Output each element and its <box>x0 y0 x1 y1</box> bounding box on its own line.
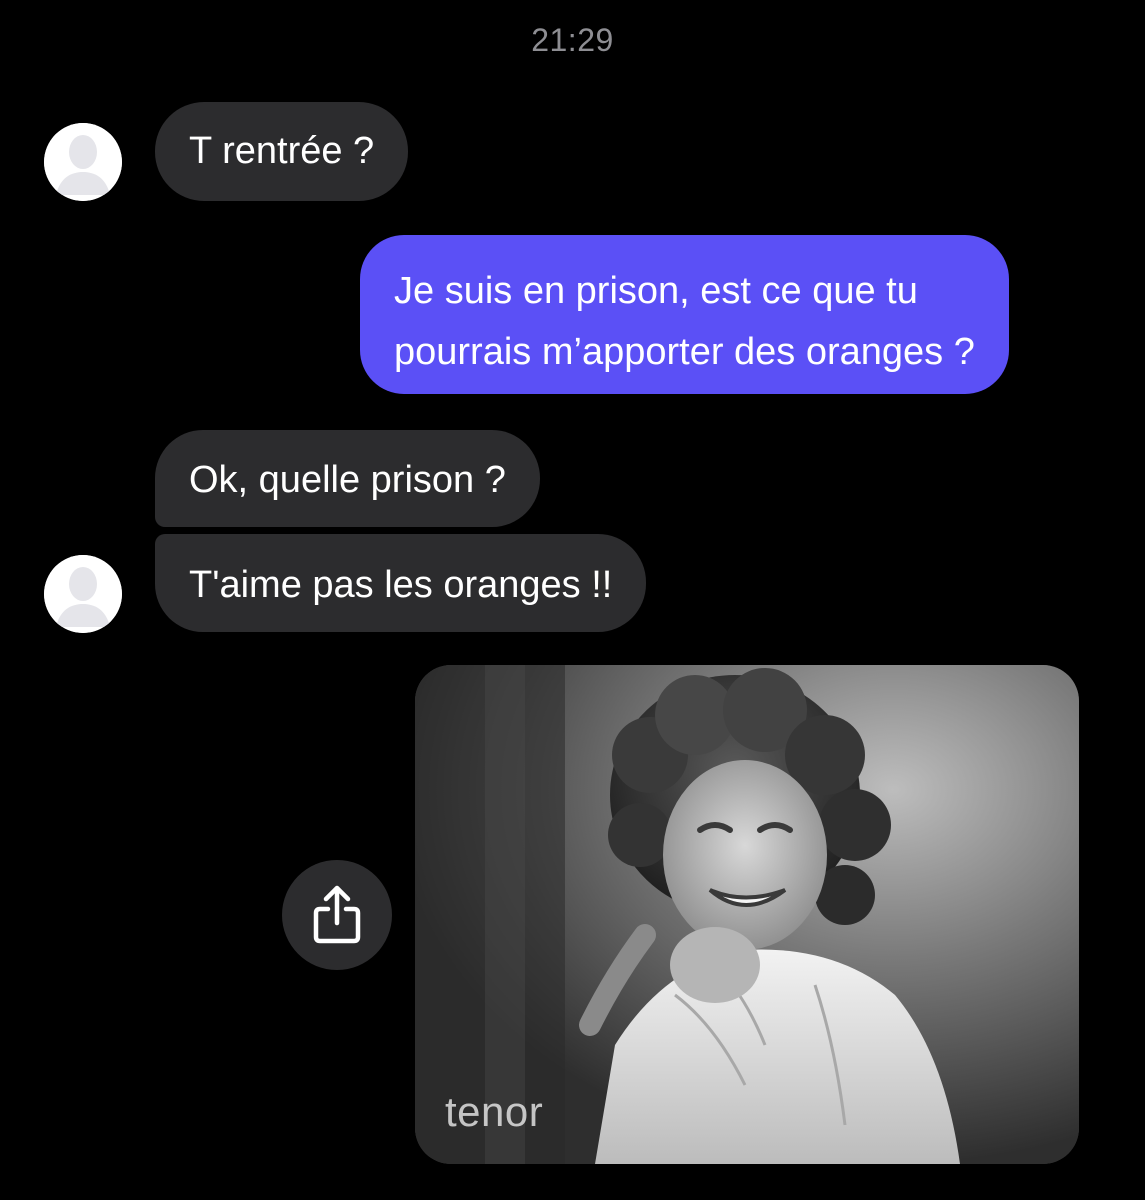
conversation-screen: 21:29 T rentrée ? Je suis en prison, est… <box>0 0 1145 1200</box>
message-text: Ok, quelle prison ? <box>189 459 506 501</box>
gif-provider-watermark: tenor <box>445 1088 544 1135</box>
message-text-line: pourrais m’apporter des oranges ? <box>394 331 975 373</box>
gif-attachment[interactable]: tenor <box>415 665 1079 1164</box>
contact-avatar[interactable] <box>44 555 122 633</box>
message-timestamp: 21:29 <box>531 22 614 58</box>
person-silhouette-icon <box>44 123 122 201</box>
message-text: T rentrée ? <box>189 130 375 172</box>
share-button[interactable] <box>282 860 392 970</box>
message-text-line: Je suis en prison, est ce que tu <box>394 270 918 312</box>
message-bubble-incoming[interactable]: T'aime pas les oranges !! <box>155 534 647 632</box>
message-bubble-incoming[interactable]: T rentrée ? <box>155 102 409 201</box>
message-bubble-incoming[interactable]: Ok, quelle prison ? <box>155 430 540 527</box>
contact-avatar[interactable] <box>44 123 122 201</box>
person-silhouette-icon <box>44 555 122 633</box>
share-icon <box>313 885 361 944</box>
message-text: T'aime pas les oranges !! <box>189 564 613 606</box>
message-bubble-outgoing[interactable]: Je suis en prison, est ce que tu pourrai… <box>360 235 1009 394</box>
